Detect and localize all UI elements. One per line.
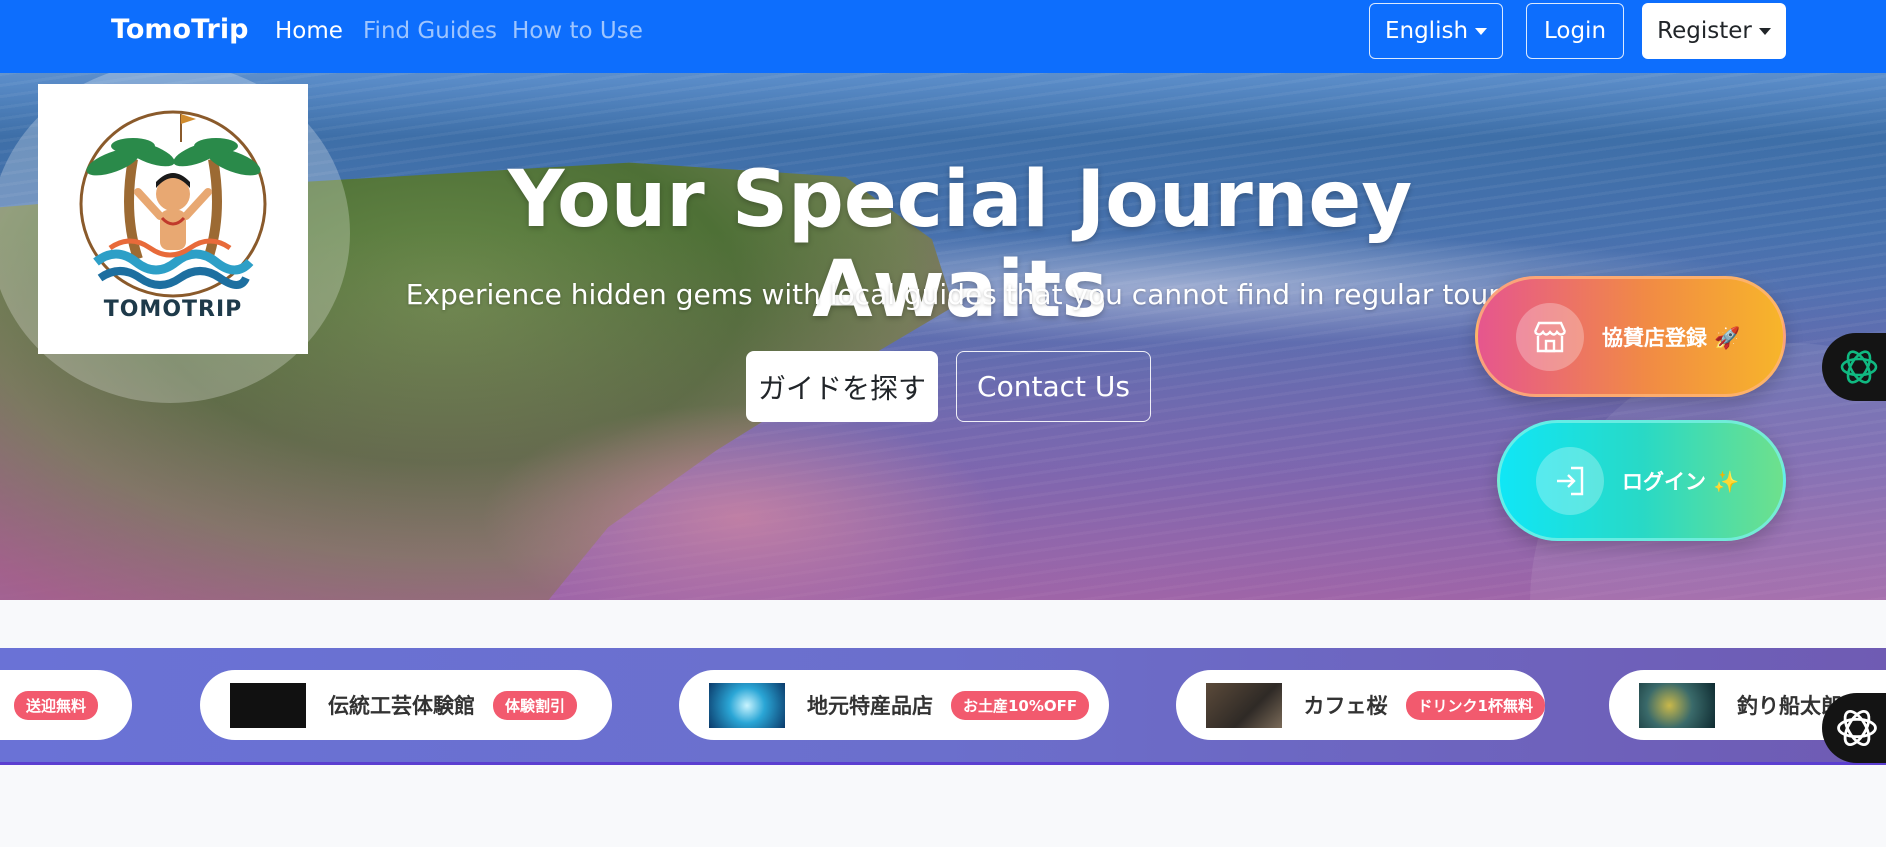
navbar: TomoTrip Home Find Guides How to Use Eng… [0,0,1886,73]
partner-shop-carousel: 送迎無料 伝統工芸体験館 体験割引 地元特産品店 お土産10%OFF カフェ桜 … [0,648,1886,765]
openai-icon [1837,710,1877,746]
nav-home[interactable]: Home [275,18,343,44]
shop-card[interactable]: カフェ桜 ドリンク1杯無料 [1176,670,1545,740]
shop-card[interactable]: 地元特産品店 お土産10%OFF [679,670,1109,740]
partner-register-button[interactable]: 協賛店登録 🚀 [1475,276,1786,397]
nav-how-to-use[interactable]: How to Use [512,18,643,44]
shop-name: 地元特産品店 [807,694,933,718]
language-label: English [1384,18,1469,44]
language-dropdown[interactable]: English [1369,3,1503,59]
shop-thumbnail [1639,682,1715,728]
shop-card[interactable]: 伝統工芸体験館 体験割引 [200,670,612,740]
shop-badge: ドリンク1杯無料 [1405,690,1545,720]
shop-badge: お土産10%OFF [951,690,1090,720]
shop-thumbnail [230,682,306,728]
contact-us-button[interactable]: Contact Us [956,351,1151,422]
shop-thumbnail [709,682,785,728]
chevron-down-icon [1758,27,1771,35]
shop-name: 伝統工芸体験館 [328,694,475,718]
store-icon [1516,302,1584,371]
floating-login-label: ログイン ✨ [1622,469,1740,494]
partner-register-label: 協賛店登録 🚀 [1602,325,1741,350]
brand-logo[interactable]: TomoTrip [111,14,248,45]
tomotrip-logo[interactable]: TOMOTRIP [38,84,308,354]
chat-widget-button[interactable] [1822,333,1886,401]
sign-in-icon [1536,446,1604,515]
hero-subtitle: Experience hidden gems with local guides… [405,278,1515,311]
shop-name: カフェ桜 [1303,694,1388,718]
assistant-fab-button[interactable] [1822,693,1886,763]
logo-text: TOMOTRIP [103,297,243,322]
shop-badge: 送迎無料 [14,690,99,720]
nav-find-guides[interactable]: Find Guides [363,18,497,44]
register-label: Register [1657,18,1752,44]
floating-login-button[interactable]: ログイン ✨ [1497,420,1786,541]
shop-thumbnail [1206,682,1282,728]
shop-card[interactable]: 送迎無料 [0,670,132,740]
chevron-down-icon [1475,27,1488,35]
register-dropdown[interactable]: Register [1642,3,1786,59]
shop-badge: 体験割引 [493,690,578,720]
login-button[interactable]: Login [1526,3,1624,59]
find-guides-button[interactable]: ガイドを探す [746,351,938,422]
openai-icon [1840,350,1878,384]
